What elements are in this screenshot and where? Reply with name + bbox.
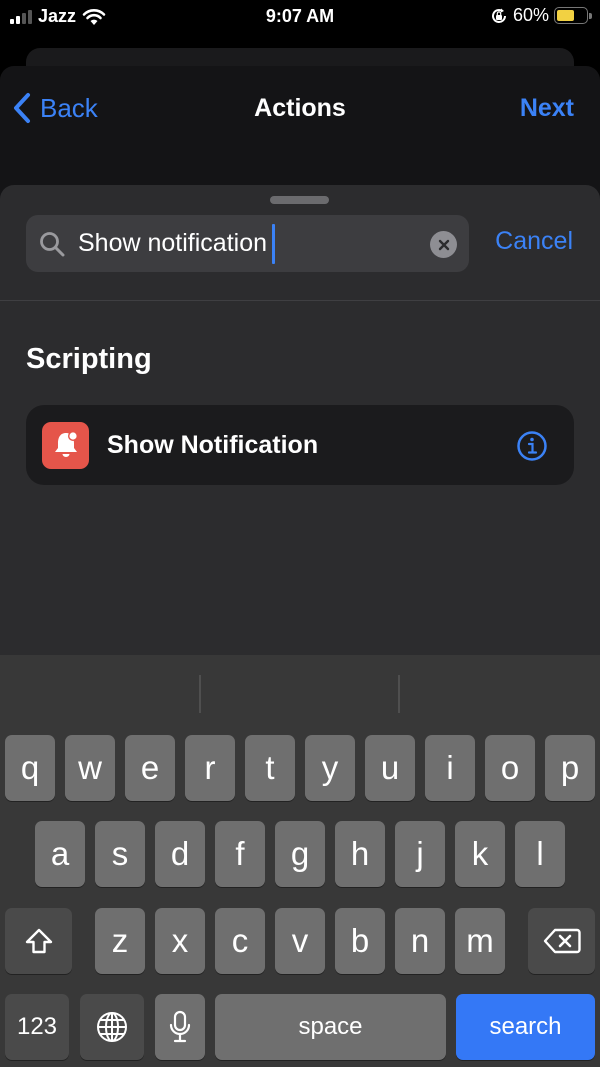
key-q[interactable]: q: [5, 735, 55, 801]
numbers-key-label: 123: [16, 1013, 58, 1040]
key-p[interactable]: p: [545, 735, 595, 801]
key-x[interactable]: x: [155, 908, 205, 974]
search-key[interactable]: search: [456, 994, 595, 1060]
key-h[interactable]: h: [335, 821, 385, 887]
key-label: g: [290, 835, 310, 872]
chevron-left-icon: [14, 93, 30, 123]
close-icon: [438, 239, 449, 250]
key-i[interactable]: i: [425, 735, 475, 801]
key-label: l: [536, 835, 544, 872]
microphone-icon: [169, 1010, 191, 1043]
space-key-label: space: [298, 1013, 363, 1040]
key-label: k: [471, 835, 489, 872]
key-label: u: [380, 749, 400, 786]
divider: [0, 300, 600, 301]
key-t[interactable]: t: [245, 735, 295, 801]
actions-search-sheet: Show notification Cancel Scripting Show …: [0, 185, 600, 655]
search-icon: [40, 231, 65, 256]
key-label: a: [50, 835, 70, 872]
key-label: m: [466, 922, 494, 959]
key-label: o: [500, 749, 520, 786]
key-label: h: [350, 835, 370, 872]
section-title: Scripting: [26, 343, 152, 375]
back-label: Back: [40, 92, 98, 123]
key-label: n: [410, 922, 430, 959]
key-label: q: [20, 749, 40, 786]
key-b[interactable]: b: [335, 908, 385, 974]
key-label: c: [231, 922, 249, 959]
orientation-lock-icon: [492, 8, 506, 23]
key-label: j: [416, 835, 424, 872]
action-row-show-notification[interactable]: Show Notification: [26, 405, 574, 485]
key-d[interactable]: d: [155, 821, 205, 887]
key-y[interactable]: y: [305, 735, 355, 801]
key-o[interactable]: o: [485, 735, 535, 801]
next-button[interactable]: Next: [520, 94, 574, 123]
key-label: y: [321, 749, 339, 786]
prediction-separator: [398, 675, 400, 713]
prediction-separator: [199, 675, 201, 713]
key-s[interactable]: s: [95, 821, 145, 887]
globe-icon: [97, 1012, 127, 1042]
shift-key[interactable]: [5, 908, 72, 974]
search-value: Show notification: [78, 229, 268, 257]
battery-icon: [554, 7, 592, 24]
key-label: v: [291, 922, 309, 959]
bell-badge-icon: [42, 421, 89, 469]
clear-search-button[interactable]: [430, 231, 457, 258]
delete-key[interactable]: [528, 908, 595, 974]
key-v[interactable]: v: [275, 908, 325, 974]
key-e[interactable]: e: [125, 735, 175, 801]
globe-key[interactable]: [80, 994, 144, 1060]
key-r[interactable]: r: [185, 735, 235, 801]
key-k[interactable]: k: [455, 821, 505, 887]
dictation-key[interactable]: [155, 994, 205, 1060]
battery-fill: [557, 10, 574, 21]
key-c[interactable]: c: [215, 908, 265, 974]
keyboard: q w e r t y u i o p a s d f g h j k l z x c v b nm 123 space s…: [0, 655, 600, 1067]
shift-icon: [25, 928, 52, 954]
info-icon[interactable]: [516, 430, 548, 462]
key-label: t: [265, 749, 275, 786]
key-f[interactable]: f: [215, 821, 265, 887]
key-n[interactable]: n: [395, 908, 445, 974]
key-u[interactable]: u: [365, 735, 415, 801]
cancel-button[interactable]: Cancel: [495, 227, 573, 256]
status-right: 60%: [490, 5, 592, 26]
back-button[interactable]: Back: [12, 92, 98, 124]
key-z[interactable]: z: [95, 908, 145, 974]
key-label: w: [78, 749, 102, 786]
battery-percent: 60%: [512, 5, 549, 25]
key-label: x: [171, 922, 189, 959]
sheet-grabber[interactable]: [270, 196, 329, 204]
status-bar: Jazz 9:07 AM 60%: [0, 0, 600, 34]
key-label: r: [204, 749, 216, 786]
key-m[interactable]: m: [455, 908, 505, 974]
key-label: d: [170, 835, 190, 872]
numbers-key[interactable]: 123: [5, 994, 69, 1060]
key-label: s: [111, 835, 129, 872]
key-label: z: [111, 922, 129, 959]
key-label: b: [350, 922, 370, 959]
action-label: Show Notification: [107, 430, 319, 459]
space-key[interactable]: space: [215, 994, 446, 1060]
search-input[interactable]: Show notification: [26, 215, 469, 272]
key-l[interactable]: l: [515, 821, 565, 887]
key-label: f: [235, 835, 245, 872]
key-label: p: [560, 749, 580, 786]
backspace-icon: [543, 928, 581, 954]
key-label: e: [140, 749, 160, 786]
search-key-label: search: [489, 1013, 562, 1040]
key-j[interactable]: j: [395, 821, 445, 887]
key-w[interactable]: w: [65, 735, 115, 801]
key-a[interactable]: a: [35, 821, 85, 887]
key-label: i: [446, 749, 454, 786]
key-g[interactable]: g: [275, 821, 325, 887]
text-cursor: [272, 223, 276, 264]
